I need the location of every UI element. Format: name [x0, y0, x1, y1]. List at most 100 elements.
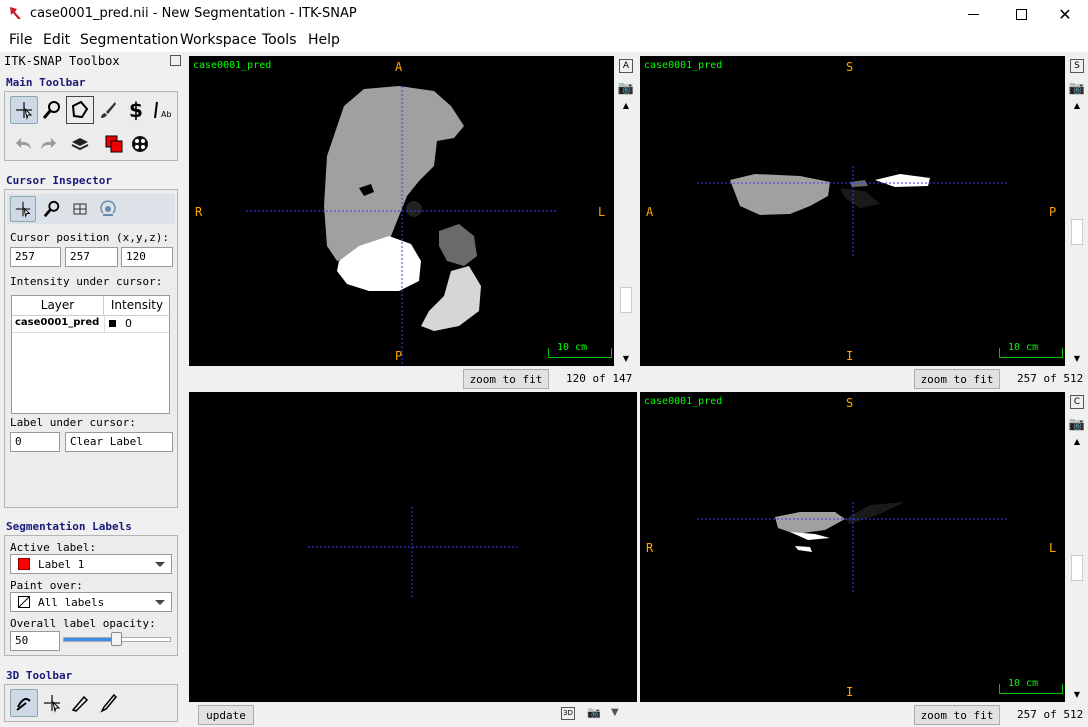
segmentation-labels-panel: Active label: Label 1 Paint over: All la… [4, 535, 178, 656]
active-label-swatch [18, 558, 30, 570]
chevron-down-icon[interactable]: ▼ [1070, 351, 1084, 365]
snake-icon: $ [129, 98, 143, 122]
table-header-layer[interactable]: Layer [12, 296, 104, 316]
label-id-field[interactable]: 0 [10, 432, 60, 452]
active-label-select[interactable]: Label 1 [10, 554, 172, 574]
undock-icon[interactable] [170, 55, 181, 66]
update-button[interactable]: update [198, 705, 254, 725]
annotation-tool-button[interactable]: Ab [148, 96, 176, 124]
camera-icon[interactable]: 📷 [587, 706, 601, 719]
tab-sync[interactable] [95, 196, 121, 222]
opacity-slider[interactable] [63, 632, 171, 646]
axial-view[interactable]: case0001_pred A P R L 10 cm [189, 56, 614, 366]
chevron-down-icon [155, 562, 165, 567]
zoom-tool-button[interactable] [38, 96, 66, 124]
coronal-image-name: case0001_pred [644, 396, 723, 407]
active-label-caption: Active label: [10, 541, 97, 554]
sagittal-view[interactable]: case0001_pred S I A P 10 cm [640, 56, 1065, 366]
sync-icon [100, 200, 116, 216]
menu-file[interactable]: File [9, 32, 32, 48]
axial-orient-right: L [598, 205, 606, 219]
paintbrush-tool-button[interactable] [94, 96, 122, 124]
3d-scalpel-tool-button[interactable] [66, 689, 94, 717]
menu-workspace[interactable]: Workspace [180, 32, 257, 48]
label-colors-button[interactable] [100, 130, 128, 158]
coronal-zoom-fit-button[interactable]: zoom to fit [914, 705, 1000, 725]
sagittal-snapshot-button[interactable]: 📷 [1069, 81, 1085, 96]
spray-icon [100, 693, 118, 713]
axial-scale-label: 10 cm [557, 342, 588, 353]
magnifier-icon [43, 200, 60, 218]
3d-crosshair-tool-button[interactable] [38, 689, 66, 717]
tab-zoom[interactable] [39, 196, 65, 222]
itk-snap-logo-icon [10, 7, 21, 19]
3d-render [308, 507, 517, 597]
axial-snapshot-button[interactable]: 📷 [617, 80, 635, 96]
sagittal-scale-label: 10 cm [1008, 342, 1039, 353]
coronal-layout-button[interactable]: C [1070, 395, 1084, 409]
all-labels-icon [18, 596, 30, 608]
palette-button[interactable] [126, 130, 154, 158]
axial-zoom-fit-button[interactable]: zoom to fit [463, 369, 549, 389]
sagittal-slice-number: 257 of 512 [1017, 372, 1084, 385]
sagittal-scroll-thumb[interactable] [1071, 219, 1083, 245]
tab-cursor[interactable] [10, 196, 36, 222]
tab-layout[interactable] [67, 196, 93, 222]
paint-over-select[interactable]: All labels [10, 592, 172, 612]
table-row[interactable]: case0001_pred 0 [12, 316, 169, 333]
polygon-tool-button[interactable] [66, 96, 94, 124]
3d-view[interactable] [189, 392, 637, 702]
label-name-field[interactable]: Clear Label [65, 432, 173, 452]
chevron-up-icon[interactable]: ▲ [1070, 98, 1084, 112]
chevron-up-icon[interactable]: ▲ [1070, 434, 1084, 448]
redo-button[interactable] [34, 130, 62, 158]
coronal-slice-number: 257 of 512 [1017, 708, 1084, 721]
menu-edit[interactable]: Edit [43, 32, 70, 48]
coronal-view[interactable]: case0001_pred S I R L 10 cm [640, 392, 1065, 702]
window-title: case0001_pred.nii - New Segmentation - I… [30, 6, 357, 21]
crosshair-icon [16, 102, 33, 120]
layers-button[interactable] [66, 130, 94, 158]
3d-view-icon[interactable]: 3D [561, 707, 575, 720]
axial-orient-top: A [395, 60, 403, 74]
redo-icon [41, 138, 56, 149]
coronal-slice-image [697, 502, 1008, 592]
table-cell-divider [104, 316, 105, 333]
chevron-down-icon[interactable]: ▼ [611, 707, 619, 718]
chevron-up-icon[interactable]: ▲ [619, 98, 633, 112]
opacity-slider-thumb[interactable] [111, 632, 122, 646]
sagittal-layout-button[interactable]: S [1070, 59, 1084, 73]
active-label-value: Label 1 [38, 558, 85, 571]
menu-help[interactable]: Help [308, 32, 340, 48]
cursor-x-field[interactable]: 257 [10, 247, 61, 267]
menu-segmentation[interactable]: Segmentation [80, 32, 178, 48]
opacity-slider-fill [64, 638, 117, 641]
axial-scrollbar[interactable] [619, 96, 633, 366]
table-header-intensity[interactable]: Intensity [104, 296, 170, 316]
menu-tools[interactable]: Tools [262, 32, 297, 48]
chevron-down-icon[interactable]: ▼ [1070, 687, 1084, 701]
sagittal-zoom-fit-button[interactable]: zoom to fit [914, 369, 1000, 389]
undo-icon [16, 138, 31, 149]
close-button[interactable]: ✕ [1042, 0, 1088, 28]
layers-icon [71, 138, 89, 151]
axial-scroll-thumb[interactable] [620, 287, 632, 313]
coronal-snapshot-button[interactable]: 📷 [1069, 417, 1085, 432]
snake-tool-button[interactable]: $ [122, 96, 150, 124]
axial-layout-button[interactable]: A [619, 59, 633, 73]
table-cell-layer: case0001_pred [15, 317, 100, 328]
crosshair-tool-button[interactable] [10, 96, 38, 124]
opacity-field[interactable]: 50 [10, 631, 60, 651]
3d-spray-tool-button[interactable] [94, 689, 122, 717]
intensity-swatch [109, 320, 116, 327]
cursor-z-field[interactable]: 120 [121, 247, 173, 267]
camera-icon: 📷 [617, 80, 635, 96]
maximize-button[interactable] [998, 0, 1044, 28]
minimize-button[interactable] [950, 0, 996, 28]
3d-rotate-tool-button[interactable] [10, 689, 38, 717]
coronal-scroll-thumb[interactable] [1071, 555, 1083, 581]
cursor-inspector-panel: Cursor position (x,y,z): 257 257 120 Int… [4, 189, 178, 508]
chevron-down-icon[interactable]: ▼ [619, 351, 633, 365]
cursor-y-field[interactable]: 257 [65, 247, 118, 267]
maximize-icon [1015, 8, 1027, 20]
